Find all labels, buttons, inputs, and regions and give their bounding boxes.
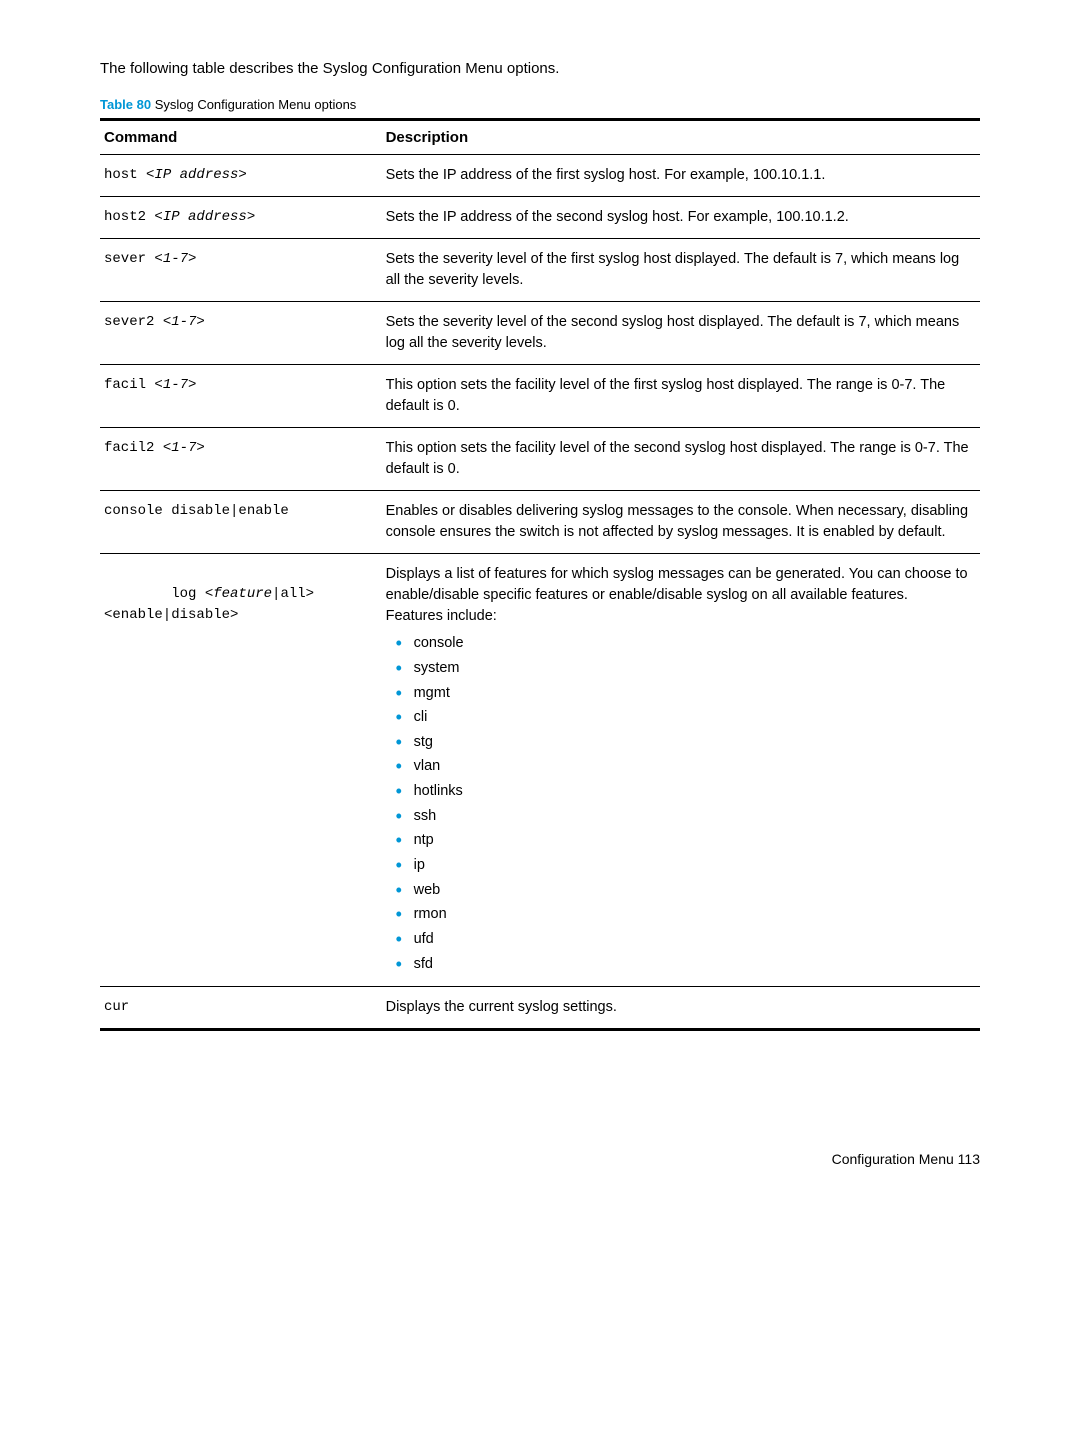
cmd-arg: <IP address> bbox=[146, 167, 247, 183]
cmd-base: host2 bbox=[104, 209, 154, 225]
cmd-base: console disable|enable bbox=[104, 503, 289, 519]
cmd-desc: This option sets the facility level of t… bbox=[382, 428, 980, 491]
table-caption-desc: Syslog Configuration Menu options bbox=[155, 97, 357, 112]
cmd-log-l2: <enable|disable> bbox=[104, 607, 238, 623]
cmd-base: sever2 bbox=[104, 314, 163, 330]
list-item: sfd bbox=[386, 952, 976, 977]
cmd-desc: Displays the current syslog settings. bbox=[382, 987, 980, 1030]
list-item: ip bbox=[386, 853, 976, 878]
cmd-arg: <1-7> bbox=[154, 377, 196, 393]
cmd-desc: This option sets the facility level of t… bbox=[382, 365, 980, 428]
table-row: host <IP address> Sets the IP address of… bbox=[100, 155, 980, 197]
cmd-log-l1-arg: <feature bbox=[205, 586, 272, 602]
cmd-base: sever bbox=[104, 251, 154, 267]
list-item: ssh bbox=[386, 804, 976, 829]
cmd-base: host bbox=[104, 167, 146, 183]
feature-list: console system mgmt cli stg vlan hotlink… bbox=[386, 631, 976, 976]
cmd-log-l1-tail: |all> bbox=[272, 586, 314, 602]
table-row: sever2 <1-7> Sets the severity level of … bbox=[100, 302, 980, 365]
list-item: cli bbox=[386, 705, 976, 730]
intro-text: The following table describes the Syslog… bbox=[100, 60, 980, 77]
cmd-base: facil bbox=[104, 377, 154, 393]
cmd-desc: Sets the severity level of the second sy… bbox=[382, 302, 980, 365]
cmd-arg: <1-7> bbox=[154, 251, 196, 267]
cmd-arg: <IP address> bbox=[154, 209, 255, 225]
cmd-base: cur bbox=[104, 999, 129, 1015]
list-item: vlan bbox=[386, 754, 976, 779]
table-row: facil <1-7> This option sets the facilit… bbox=[100, 365, 980, 428]
cmd-arg: <1-7> bbox=[163, 440, 205, 456]
table-caption: Table 80 Syslog Configuration Menu optio… bbox=[100, 97, 980, 112]
cmd-log-l1-base: log bbox=[171, 586, 205, 602]
log-features-label: Features include: bbox=[386, 608, 497, 624]
cmd-base: facil2 bbox=[104, 440, 163, 456]
syslog-options-table: Command Description host <IP address> Se… bbox=[100, 118, 980, 1031]
table-row: host2 <IP address> Sets the IP address o… bbox=[100, 197, 980, 239]
list-item: system bbox=[386, 656, 976, 681]
cmd-desc: Sets the IP address of the first syslog … bbox=[382, 155, 980, 197]
list-item: ufd bbox=[386, 927, 976, 952]
list-item: stg bbox=[386, 730, 976, 755]
cmd-desc: Enables or disables delivering syslog me… bbox=[382, 491, 980, 554]
list-item: rmon bbox=[386, 902, 976, 927]
table-label: Table 80 bbox=[100, 97, 151, 112]
list-item: hotlinks bbox=[386, 779, 976, 804]
log-desc-main: Displays a list of features for which sy… bbox=[386, 566, 968, 603]
col-header-description: Description bbox=[382, 120, 980, 155]
cmd-desc: Displays a list of features for which sy… bbox=[382, 554, 980, 987]
table-row: facil2 <1-7> This option sets the facili… bbox=[100, 428, 980, 491]
col-header-command: Command bbox=[100, 120, 382, 155]
cmd-desc: Sets the severity level of the first sys… bbox=[382, 239, 980, 302]
cmd-arg: <1-7> bbox=[163, 314, 205, 330]
list-item: web bbox=[386, 878, 976, 903]
table-row: sever <1-7> Sets the severity level of t… bbox=[100, 239, 980, 302]
cmd-desc: Sets the IP address of the second syslog… bbox=[382, 197, 980, 239]
table-row: log <feature|all> <enable|disable> Displa… bbox=[100, 554, 980, 987]
list-item: mgmt bbox=[386, 681, 976, 706]
list-item: ntp bbox=[386, 828, 976, 853]
page-footer: Configuration Menu 113 bbox=[100, 1151, 980, 1167]
table-row: console disable|enable Enables or disabl… bbox=[100, 491, 980, 554]
table-row: cur Displays the current syslog settings… bbox=[100, 987, 980, 1030]
list-item: console bbox=[386, 631, 976, 656]
